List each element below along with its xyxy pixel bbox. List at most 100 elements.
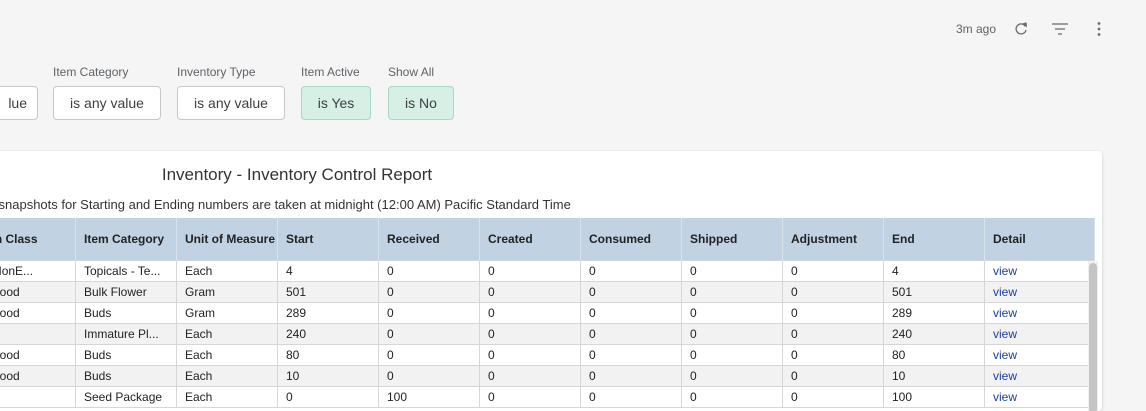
table-cell: nts (0, 323, 76, 345)
table-cell: view (984, 344, 1095, 366)
column-header[interactable]: m Class (0, 218, 76, 261)
filter-label: Item Active (301, 65, 360, 79)
more-vert-icon[interactable] (1088, 18, 1110, 40)
table-header-row: m Class Item Category Unit of Measure St… (0, 218, 1095, 261)
view-detail-link[interactable]: view (993, 327, 1017, 341)
table-cell: 0 (580, 323, 682, 345)
filter-show-all: Show All is No (388, 64, 454, 120)
table-cell: Each (176, 344, 278, 366)
view-detail-link[interactable]: view (993, 369, 1017, 383)
report-subtitle: ntory snapshots for Starting and Ending … (0, 197, 571, 212)
table-cell: ds - Good (0, 302, 76, 324)
view-detail-link[interactable]: view (993, 264, 1017, 278)
table-cell: Gram (176, 302, 278, 324)
table-cell: 0 (782, 260, 884, 282)
table-cell: Each (176, 260, 278, 282)
view-detail-link[interactable]: view (993, 390, 1017, 404)
table-cell: 240 (883, 323, 985, 345)
column-header[interactable]: Detail (984, 218, 1095, 261)
table-cell: 0 (681, 281, 783, 303)
table-row: ds - GoodBudsEach800000080view (0, 344, 1095, 366)
table-cell: ds - Good (0, 344, 76, 366)
filter-item-category: Item Category is any value (53, 64, 161, 120)
view-detail-link[interactable]: view (993, 306, 1017, 320)
table-cell: 0 (378, 260, 480, 282)
table-cell: view (984, 323, 1095, 345)
table-cell: 0 (681, 386, 783, 408)
table-cell: ds - Good (0, 365, 76, 387)
column-header[interactable]: Received (378, 218, 480, 261)
table-cell: 0 (479, 386, 581, 408)
filter-value-partial[interactable]: lue (0, 86, 38, 120)
table-cell: 0 (782, 386, 884, 408)
filter-label: Item Category (53, 65, 129, 79)
column-header[interactable]: Shipped (681, 218, 783, 261)
table-cell: Each (176, 323, 278, 345)
view-detail-link[interactable]: view (993, 348, 1017, 362)
table-cell: 0 (681, 344, 783, 366)
table-cell: 0 (378, 365, 480, 387)
table-cell: view (984, 302, 1095, 324)
table-cell: Immature Pl... (75, 323, 177, 345)
last-updated-text: 3m ago (955, 22, 996, 36)
column-header[interactable]: Item Category (75, 218, 177, 261)
filter-icon[interactable] (1049, 18, 1071, 40)
table-cell: 0 (580, 344, 682, 366)
table-cell: 80 (883, 344, 985, 366)
filter-value-show-all[interactable]: is No (388, 86, 454, 120)
scrollbar-thumb[interactable] (1089, 263, 1097, 411)
filter-label: Inventory Type (177, 65, 256, 79)
column-header[interactable]: Created (479, 218, 581, 261)
column-header[interactable]: Adjustment (782, 218, 884, 261)
table-cell: 80 (277, 344, 379, 366)
table-cell: 0 (479, 323, 581, 345)
table-cell: ds - Good (0, 281, 76, 303)
vertical-scrollbar[interactable] (1088, 261, 1098, 411)
table-cell: 0 (378, 344, 480, 366)
table-cell: 0 (479, 344, 581, 366)
table-cell: 0 (782, 344, 884, 366)
filter-value-item-category[interactable]: is any value (53, 86, 161, 120)
table-cell: 0 (378, 323, 480, 345)
table-row: ds - GoodBudsGram28900000289view (0, 302, 1095, 324)
toolbar: 3m ago (956, 18, 1110, 40)
table-cell: 100 (883, 386, 985, 408)
table-row: ds - GoodBudsEach100000010view (0, 365, 1095, 387)
table-cell: 0 (580, 302, 682, 324)
filter-inventory-type: Inventory Type is any value (177, 64, 285, 120)
table-cell: 0 (378, 302, 480, 324)
filter-value-item-active[interactable]: is Yes (301, 86, 371, 120)
table-cell: 240 (277, 323, 379, 345)
table-cell: 0 (681, 365, 783, 387)
column-header[interactable]: Start (277, 218, 379, 261)
filter-value-inventory-type[interactable]: is any value (177, 86, 285, 120)
table-cell: 0 (782, 281, 884, 303)
report-card: Inventory - Inventory Control Report nto… (0, 151, 1102, 411)
report-subtitle-text: ntory snapshots for Starting and Ending … (0, 197, 571, 212)
table-cell: 0 (580, 260, 682, 282)
table-cell: 0 (580, 365, 682, 387)
column-header[interactable]: Consumed (580, 218, 682, 261)
table-cell: 289 (277, 302, 379, 324)
table-cell: 0 (479, 260, 581, 282)
filter-item-active: Item Active is Yes (301, 64, 371, 120)
table-cell: 0 (681, 323, 783, 345)
table-cell: 4 (277, 260, 379, 282)
table-cell: 0 (782, 365, 884, 387)
table-cell: 501 (883, 281, 985, 303)
table-row: ntsSeed PackageEach01000000100view (0, 386, 1095, 408)
filter-label: Show All (388, 65, 435, 79)
table-cell: 0 (277, 386, 379, 408)
table-cell: Topicals - Te... (75, 260, 177, 282)
column-header[interactable]: Unit of Measure (176, 218, 278, 261)
column-header[interactable]: End (883, 218, 985, 261)
table-cell: 0 (378, 281, 480, 303)
table-cell: 4 (883, 260, 985, 282)
table-row: ds - GoodBulk FlowerGram50100000501view (0, 281, 1095, 303)
report-title: Inventory - Inventory Control Report (161, 165, 433, 184)
refresh-icon[interactable] (1010, 18, 1032, 40)
table-row: ntsImmature Pl...Each24000000240view (0, 323, 1095, 345)
table-cell: Each (176, 386, 278, 408)
table-cell: 10 (277, 365, 379, 387)
view-detail-link[interactable]: view (993, 285, 1017, 299)
